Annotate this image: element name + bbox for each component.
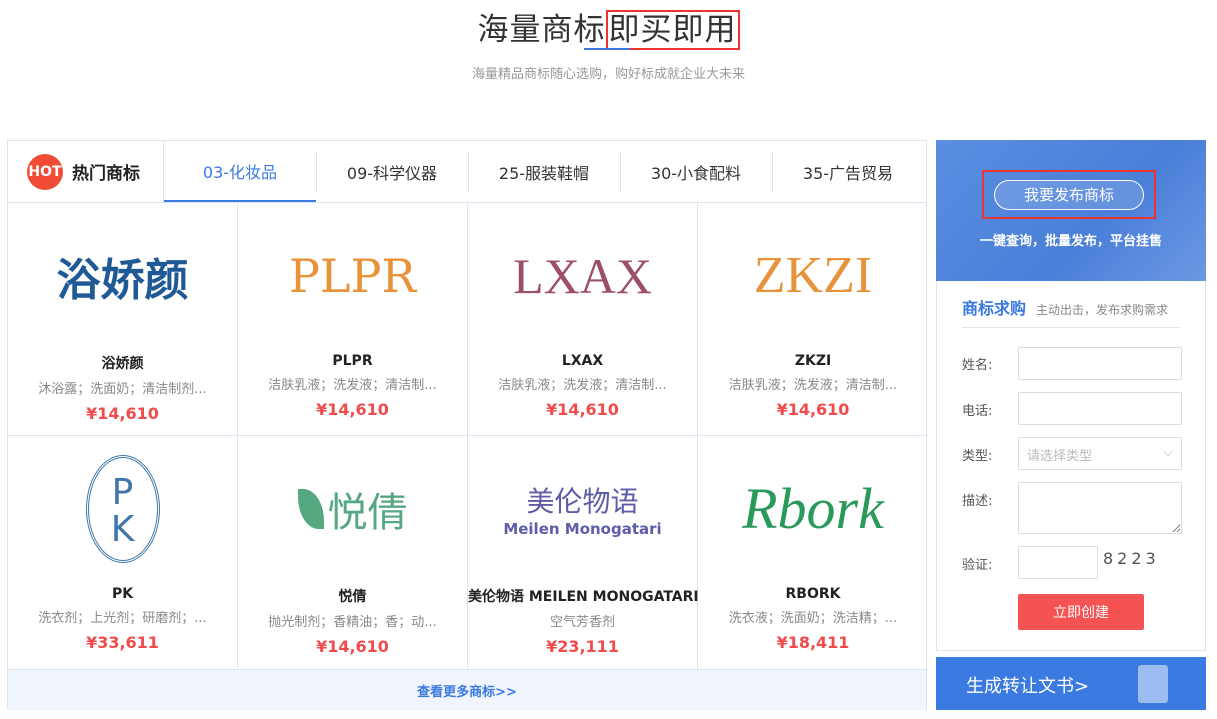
tab-bar: HOT 热门商标 03-化妆品 09-科学仪器 25-服装鞋帽 30-小食配料 … (8, 141, 926, 203)
trademark-logo: 浴娇颜 (8, 203, 237, 348)
type-select[interactable]: 请选择类型 ⌵ (1018, 437, 1182, 470)
trademark-name: LXAX (561, 353, 604, 369)
trademark-price: ¥14,610 (546, 400, 619, 419)
tab-food[interactable]: 30-小食配料 (620, 141, 772, 202)
page-subtitle: 海量精品商标随心选购，购好标成就企业大未来 (471, 67, 745, 82)
trademark-card[interactable]: 美伦物语 Meilen Monogatari 美伦物语 MEILEN MONOGAT… (468, 436, 699, 670)
trademark-price: ¥14,610 (316, 637, 389, 656)
trademark-name: 浴娇颜 (101, 356, 144, 372)
desc-label: 描述: (962, 494, 993, 509)
logo-text: Rbork (742, 476, 884, 541)
hot-header: HOT 热门商标 (8, 141, 164, 202)
purchase-form: 商标求购 主动出击，发布求购需求 姓名: 电话: 类型: 请选择类型 ⌵ 描述: 验… (936, 281, 1206, 651)
trademark-desc: 洁肤乳液；洗发液；清洁制... (498, 378, 667, 393)
type-placeholder: 请选择类型 (1027, 449, 1093, 464)
logo-text: ZKZI (753, 247, 873, 304)
trademark-desc: 洁肤乳液；洗发液；清洁制... (268, 378, 437, 393)
trademark-logo: PK (8, 436, 237, 581)
trademark-name: PLPR (332, 353, 373, 369)
logo-text: 浴娇颜 (56, 254, 189, 306)
trademark-card[interactable]: LXAX LXAX 洁肤乳液；洗发液；清洁制... ¥14,610 (468, 203, 698, 436)
page-title: 海量商标即买即用 (0, 4, 1217, 50)
hot-icon: HOT (27, 153, 63, 190)
verify-label: 验证: (962, 558, 993, 573)
publish-trademark-button[interactable]: 我要发布商标 (994, 179, 1144, 210)
captcha-image[interactable]: 8223 (1103, 549, 1160, 568)
chevron-down-icon: ⌵ (1163, 445, 1173, 460)
publish-highlight: 我要发布商标 (982, 170, 1156, 219)
trademark-name: 悦倩 (338, 589, 367, 605)
publish-banner: 我要发布商标 一键查询，批量发布，平台挂售 (936, 140, 1206, 281)
tab-clothing[interactable]: 25-服装鞋帽 (468, 141, 620, 202)
banner-subtitle: 一键查询，批量发布，平台挂售 (979, 234, 1162, 249)
form-subtitle: 主动出击，发布求购需求 (1036, 303, 1169, 317)
trademark-price: ¥14,610 (86, 404, 159, 423)
logo-text: 美伦物语 (526, 484, 639, 518)
trademark-grid: 浴娇颜 浴娇颜 沐浴露；洗面奶；清洁制剂... ¥14,610 PLPR PLPR 洁肤乳… (8, 203, 928, 670)
trademark-desc: 洗衣剂；上光剂；研磨剂；... (38, 611, 207, 626)
logo-subtext: Meilen Monogatari (503, 519, 662, 538)
trademark-price: ¥33,611 (86, 633, 159, 652)
hot-trademarks-panel: HOT 热门商标 03-化妆品 09-科学仪器 25-服装鞋帽 30-小食配料 … (7, 140, 928, 710)
trademark-logo: ZKZI (698, 203, 928, 348)
title-part: 海量商标 (477, 12, 606, 48)
trademark-card[interactable]: ZKZI ZKZI 洁肤乳液；洗发液；清洁制... ¥14,610 (698, 203, 928, 436)
trademark-logo: PLPR (238, 203, 467, 348)
trademark-card[interactable]: PLPR PLPR 洁肤乳液；洗发液；清洁制... ¥14,610 (238, 203, 468, 436)
verify-input[interactable] (1018, 546, 1098, 579)
trademark-desc: 空气芳香剂 (549, 615, 615, 630)
trademark-desc: 洁肤乳液；洗发液；清洁制... (728, 378, 898, 393)
generate-document-label: 生成转让文书> (966, 676, 1090, 697)
logo-text: PK (102, 471, 143, 546)
trademark-name: RBORK (785, 586, 841, 602)
logo-oval: PK (85, 454, 160, 563)
form-title: 商标求购 (962, 299, 1027, 318)
trademark-logo: 悦倩 (238, 436, 467, 581)
logo-text: LXAX (513, 247, 652, 304)
form-header: 商标求购 主动出击，发布求购需求 (962, 295, 1180, 328)
tab-instruments[interactable]: 09-科学仪器 (316, 141, 468, 202)
trademark-name: PK (111, 586, 134, 602)
trademark-card[interactable]: 浴娇颜 浴娇颜 沐浴露；洗面奶；清洁制剂... ¥14,610 (8, 203, 238, 436)
trademark-logo: LXAX (468, 203, 697, 348)
trademark-desc: 沐浴露；洗面奶；清洁制剂... (38, 382, 207, 397)
logo-text: PLPR (288, 248, 417, 303)
generate-document-banner[interactable]: 生成转让文书> (936, 657, 1206, 710)
title-highlight: 即买即用 (605, 10, 740, 50)
title-underline (584, 48, 630, 50)
name-label: 姓名: (962, 358, 993, 373)
trademark-price: ¥14,610 (316, 400, 389, 419)
phone-label: 电话: (962, 404, 993, 419)
tab-cosmetics[interactable]: 03-化妆品 (164, 141, 316, 202)
trademark-card[interactable]: PK PK 洗衣剂；上光剂；研磨剂；... ¥33,611 (8, 436, 238, 670)
trademark-card[interactable]: Rbork RBORK 洗衣液；洗面奶；洗洁精；... ¥18,411 (698, 436, 928, 670)
phone-input[interactable] (1018, 392, 1182, 425)
logo-text: 悦倩 (327, 489, 408, 536)
trademark-price: ¥18,411 (776, 633, 850, 652)
leaf-icon (297, 488, 324, 529)
name-input[interactable] (1018, 347, 1182, 380)
tab-advertising[interactable]: 35-广告贸易 (772, 141, 924, 202)
trademark-desc: 洗衣液；洗面奶；洗洁精；... (728, 611, 898, 626)
trademark-price: ¥14,610 (776, 400, 850, 419)
trademark-name: ZKZI (794, 353, 832, 369)
hot-label: 热门商标 (72, 164, 140, 184)
trademark-desc: 抛光制剂；香精油；香；动... (268, 615, 437, 630)
trademark-price: ¥23,111 (546, 637, 619, 656)
desc-textarea[interactable] (1018, 482, 1182, 534)
create-button[interactable]: 立即创建 (1018, 594, 1144, 630)
type-label: 类型: (962, 449, 993, 464)
trademark-name: 美伦物语 MEILEN MONOGATARI (468, 589, 699, 605)
trademark-logo: 美伦物语 Meilen Monogatari (468, 436, 697, 581)
document-icon (1138, 665, 1168, 703)
trademark-card[interactable]: 悦倩 悦倩 抛光制剂；香精油；香；动... ¥14,610 (238, 436, 468, 670)
view-more-link[interactable]: 查看更多商标>> (8, 670, 926, 710)
trademark-logo: Rbork (698, 436, 928, 581)
